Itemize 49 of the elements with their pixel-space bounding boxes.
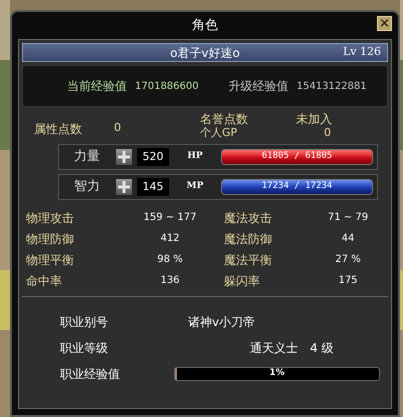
attribute-label: 力量	[73, 148, 101, 166]
gauge-reading: 61805 / 61805	[260, 150, 334, 164]
gp-label: 个人GP	[200, 126, 238, 140]
attribute-value: 145	[137, 178, 169, 196]
stat-value: 159 ~ 177	[142, 211, 198, 225]
bar-label: HP	[186, 150, 204, 164]
character-name: o君子v好速o	[170, 44, 240, 62]
job-title: 通天义士	[250, 340, 299, 357]
stat-label: 物理防御	[26, 230, 75, 248]
stat-value: 175	[337, 274, 359, 288]
job-alias: 诸神v小刀帝	[188, 314, 256, 331]
attribute-points-value: 0	[114, 120, 122, 136]
add-point-button[interactable]	[115, 148, 133, 166]
window-title: 角色	[192, 16, 218, 35]
attribute-points-label: 属性点数	[33, 121, 83, 138]
stat-label: 命中率	[26, 272, 63, 290]
stat-label: 魔法攻击	[223, 210, 273, 226]
experience-label: 升级经验值	[228, 78, 289, 95]
add-point-button[interactable]	[115, 178, 133, 196]
honor-value: 未加入	[296, 112, 332, 126]
plus-icon	[118, 151, 130, 163]
stat-value: 71 ~ 79	[326, 211, 370, 225]
stat-label: 物理平衡	[26, 252, 75, 268]
job-level-label: 职业等级	[60, 340, 109, 357]
close-button[interactable]: ×	[377, 16, 392, 31]
stat-label: 躲闪率	[223, 272, 261, 290]
job-exp-reading: 1%	[268, 368, 286, 380]
stat-label: 魔法平衡	[223, 252, 273, 268]
experience-value: 15413122881	[296, 80, 367, 94]
job-exp-label: 职业经验值	[60, 366, 121, 383]
bar-label: MP	[186, 180, 204, 194]
stat-value: 136	[159, 274, 181, 288]
stat-label: 物理攻击	[26, 210, 75, 226]
stat-value: 412	[159, 232, 181, 246]
attribute-value: 520	[137, 148, 169, 166]
job-alias-label: 职业别号	[60, 314, 109, 331]
character-level: Lv 126	[342, 44, 381, 60]
experience-value: 1701886600	[135, 80, 199, 94]
stat-value: 27 %	[334, 253, 362, 267]
stat-value: 98 %	[156, 253, 184, 267]
gp-value: 0	[323, 126, 332, 140]
attribute-label: 智力	[73, 178, 101, 196]
stat-label: 魔法防御	[223, 230, 273, 248]
job-grade: 4 级	[310, 340, 334, 357]
stat-value: 44	[340, 232, 356, 246]
plus-icon	[118, 181, 130, 193]
honor-label: 名誉点数	[200, 112, 249, 126]
experience-label: 当前经验值	[67, 78, 127, 95]
gauge-reading: 17234 / 17234	[260, 180, 334, 194]
